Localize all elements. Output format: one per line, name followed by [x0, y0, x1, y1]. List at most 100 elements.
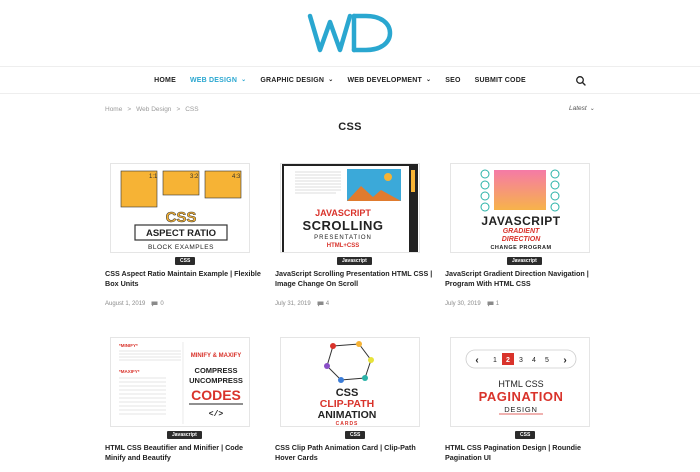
post-date: July 30, 2019	[445, 301, 481, 307]
thumb-heading: CSS	[166, 209, 197, 226]
category-badge[interactable]: CSS	[345, 431, 366, 439]
comment-number: 1	[495, 301, 500, 307]
code-glyph: </>	[209, 410, 224, 419]
post-meta: July 31, 2019 4	[275, 301, 329, 307]
gradient-direction-thumbnail: JAVASCRIPT GRADIENT DIRECTION CHANGE PRO…	[451, 164, 589, 252]
comment-count[interactable]: 0	[151, 301, 164, 307]
post-title[interactable]: CSS Clip Path Animation Card | Clip-Path…	[275, 443, 435, 463]
post-thumbnail[interactable]: *MINIFY* *MAXIFY* MINIFY & MAXIFY COMPRE…	[110, 337, 250, 427]
post-thumbnail[interactable]: JAVASCRIPT GRADIENT DIRECTION CHANGE PRO…	[450, 163, 590, 253]
thumb-caption: CHANGE PROGRAM	[490, 245, 551, 251]
thumb-caption: DESIGN	[504, 405, 538, 414]
page-title: CSS	[338, 121, 362, 133]
page-number: 5	[545, 357, 549, 364]
post-title[interactable]: HTML CSS Beautifier and Minifier | Code …	[105, 443, 265, 463]
chevron-down-icon: ⌄	[328, 76, 334, 83]
post-title[interactable]: JavaScript Scrolling Presentation HTML C…	[275, 269, 435, 289]
post-thumbnail[interactable]: CSS CLIP-PATH ANIMATION CARDS	[280, 337, 420, 427]
sort-dropdown[interactable]: Latest ⌄	[569, 105, 595, 112]
thumb-subheading: COMPRESS	[195, 366, 238, 375]
post-title[interactable]: JavaScript Gradient Direction Navigation…	[445, 269, 605, 289]
post-thumbnail[interactable]: JAVASCRIPT SCROLLING PRESENTATION HTML+C…	[280, 163, 420, 253]
category-badge[interactable]: CSS	[175, 257, 196, 265]
category-badge[interactable]: CSS	[515, 431, 536, 439]
page-number: 2	[506, 357, 510, 364]
nav-item-graphic-design[interactable]: GRAPHIC DESIGN ⌄	[253, 77, 340, 84]
ratio-label: 1:1	[149, 174, 158, 180]
post-title[interactable]: HTML CSS Pagination Design | Roundie Pag…	[445, 443, 605, 463]
breadcrumb: Home > Web Design > CSS	[105, 106, 199, 113]
nav-label: SUBMIT CODE	[474, 76, 526, 84]
nav-item-submit-code[interactable]: SUBMIT CODE	[468, 77, 533, 84]
breadcrumb-separator: >	[176, 106, 181, 113]
chevron-down-icon: ⌄	[426, 76, 432, 83]
post-date: August 1, 2019	[105, 301, 146, 307]
thumb-heading: JAVASCRIPT	[315, 208, 371, 218]
nav-item-home[interactable]: HOME	[147, 77, 183, 84]
nav-label: SEO	[445, 76, 461, 84]
thumb-subheading: PAGINATION	[479, 389, 564, 404]
thumb-subheading: ANIMATION	[318, 409, 377, 421]
nav-label: WEB DESIGN	[189, 76, 238, 84]
comment-icon	[317, 301, 324, 307]
thumb-caption: *MAXIFY*	[119, 369, 140, 374]
category-badge[interactable]: Javascript	[337, 257, 372, 265]
nav-label: GRAPHIC DESIGN	[260, 76, 325, 84]
minify-maxify-thumbnail: *MINIFY* *MAXIFY* MINIFY & MAXIFY COMPRE…	[111, 338, 249, 426]
comment-count[interactable]: 1	[487, 301, 499, 307]
thumb-subheading: ASPECT RATIO	[146, 228, 216, 239]
comment-number: 0	[160, 301, 164, 307]
clip-path-thumbnail: CSS CLIP-PATH ANIMATION CARDS	[281, 338, 419, 427]
svg-text:‹: ‹	[475, 355, 478, 366]
thumb-caption: *MINIFY*	[119, 343, 138, 348]
comment-number: 4	[325, 301, 330, 307]
comment-icon	[151, 301, 158, 307]
search-icon	[576, 76, 586, 86]
post-thumbnail[interactable]: 1:1 3:2 4:3 CSS ASPECT RATIO BLOCK EXAMP…	[110, 163, 250, 253]
nav-item-web-development[interactable]: WEB DEVELOPMENT ⌄	[340, 77, 438, 84]
ratio-label: 4:3	[232, 174, 241, 180]
post-meta: August 1, 2019 0	[105, 301, 164, 307]
nav-menu: HOME WEB DESIGN ⌄ GRAPHIC DESIGN ⌄ WEB DEV…	[147, 77, 533, 84]
thumb-heading: MINIFY & MAXIFY	[191, 353, 242, 359]
pagination-thumbnail: ‹ › 1 2 3 4 5 HTML CSS PAGINATION DESIGN	[451, 338, 589, 426]
breadcrumb-separator: >	[127, 106, 132, 113]
thumb-caption: BLOCK EXAMPLES	[148, 244, 214, 251]
category-badge[interactable]: Javascript	[167, 431, 202, 439]
ratio-label: 3:2	[190, 174, 199, 180]
breadcrumb-web-design[interactable]: Web Design	[136, 106, 171, 113]
scrolling-presentation-thumbnail: JAVASCRIPT SCROLLING PRESENTATION HTML+C…	[281, 164, 419, 252]
thumb-subheading: UNCOMPRESS	[189, 376, 243, 385]
post-title[interactable]: CSS Aspect Ratio Maintain Example | Flex…	[105, 269, 265, 289]
breadcrumb-current: CSS	[185, 106, 199, 113]
aspect-ratio-thumbnail: 1:1 3:2 4:3 CSS ASPECT RATIO BLOCK EXAMP…	[111, 164, 249, 252]
thumb-subheading: DIRECTION	[502, 236, 541, 243]
sort-label: Latest	[569, 105, 587, 112]
page-number: 1	[493, 357, 497, 364]
nav-item-seo[interactable]: SEO	[438, 77, 467, 84]
thumb-caption: HTML+CSS	[327, 243, 360, 249]
wd-logo-icon	[307, 13, 393, 53]
chevron-down-icon: ⌄	[589, 106, 595, 112]
comment-icon	[487, 301, 494, 307]
post-meta: July 30, 2019 1	[445, 301, 499, 307]
category-badge[interactable]: Javascript	[507, 257, 542, 265]
chevron-down-icon: ⌄	[241, 76, 247, 83]
thumb-subheading: GRADIENT	[503, 228, 540, 235]
thumb-subheading: SCROLLING	[302, 218, 383, 233]
thumb-caption: CARDS	[336, 421, 359, 427]
thumb-caption: PRESENTATION	[314, 235, 372, 241]
page-number: 4	[532, 357, 536, 364]
thumb-heading: JAVASCRIPT	[481, 214, 560, 228]
post-date: July 31, 2019	[275, 301, 311, 307]
thumb-heading: HTML CSS	[498, 379, 543, 389]
site-logo[interactable]	[300, 8, 400, 58]
nav-item-web-design[interactable]: WEB DESIGN ⌄	[183, 77, 253, 84]
search-button[interactable]	[574, 74, 588, 88]
comment-count[interactable]: 4	[317, 301, 329, 307]
post-thumbnail[interactable]: ‹ › 1 2 3 4 5 HTML CSS PAGINATION DESIGN	[450, 337, 590, 427]
breadcrumb-home[interactable]: Home	[105, 106, 122, 113]
svg-text:›: ›	[563, 355, 566, 366]
nav-label: HOME	[154, 76, 176, 84]
main-navbar: HOME WEB DESIGN ⌄ GRAPHIC DESIGN ⌄ WEB DEV…	[0, 66, 700, 94]
